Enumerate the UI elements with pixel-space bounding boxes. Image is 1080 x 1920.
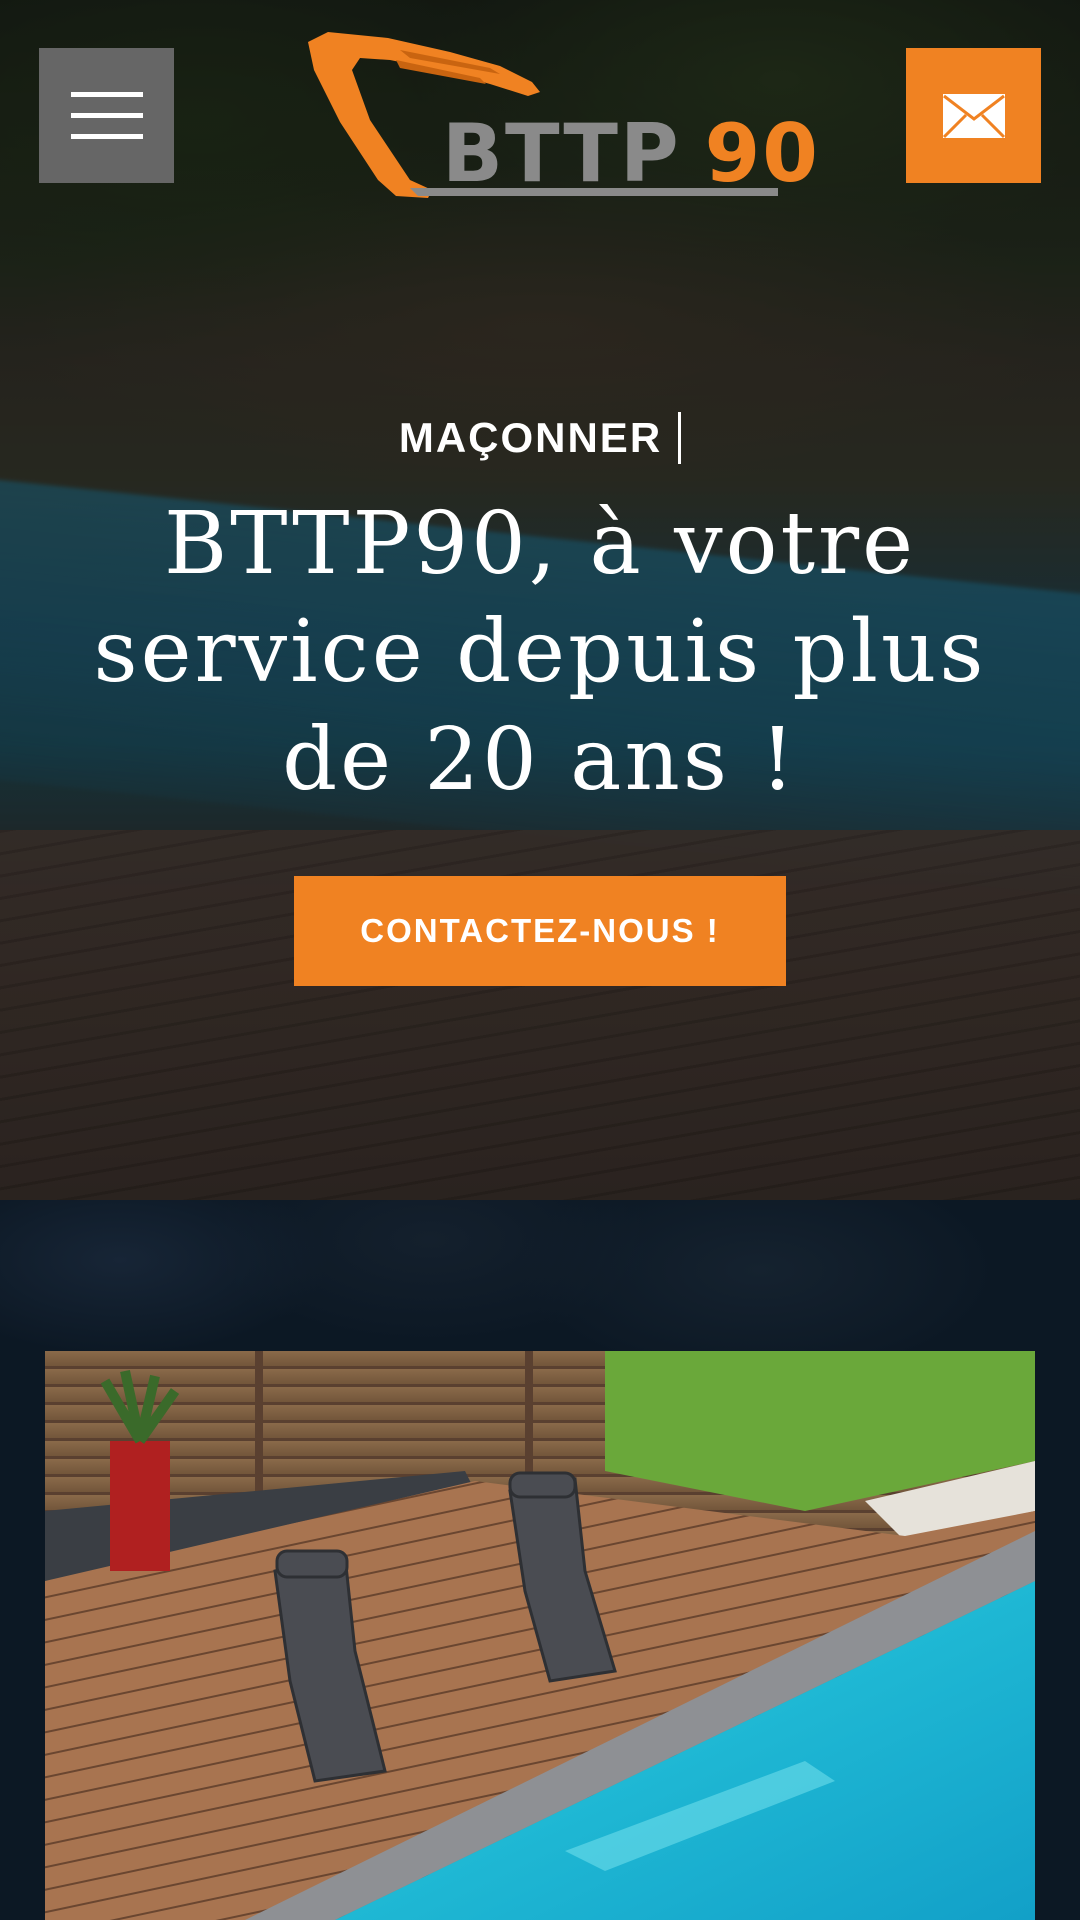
site-logo[interactable]: BTTP 90 xyxy=(300,30,818,200)
hero-section: BTTP 90 MAÇONNER BTTP90, à votre service … xyxy=(0,0,1080,1200)
typing-cursor xyxy=(678,411,682,464)
hamburger-menu-icon-bar xyxy=(70,113,143,118)
logo-text-main: BTTP xyxy=(442,107,681,200)
logo-text: BTTP 90 xyxy=(442,114,820,194)
hero-headline: BTTP90, à votre service depuis plus de 2… xyxy=(93,494,987,810)
hero-eyebrow-text: MAÇONNER xyxy=(398,414,663,461)
hamburger-menu-icon xyxy=(70,92,143,97)
logo-text-accent: 90 xyxy=(704,107,820,200)
services-section xyxy=(0,1200,1080,1920)
contact-us-button[interactable]: CONTACTEZ-NOUS ! xyxy=(294,876,786,986)
contact-mail-button[interactable] xyxy=(906,48,1041,183)
page: BTTP 90 MAÇONNER BTTP90, à votre service … xyxy=(0,0,1080,1920)
hero-eyebrow: MAÇONNER xyxy=(0,411,1080,464)
menu-button[interactable] xyxy=(39,48,174,183)
envelope-icon xyxy=(942,93,1005,138)
pool-deck-illustration xyxy=(45,1351,1035,1920)
hamburger-menu-icon-bar xyxy=(70,134,143,139)
pool-deck-photo xyxy=(45,1351,1035,1920)
